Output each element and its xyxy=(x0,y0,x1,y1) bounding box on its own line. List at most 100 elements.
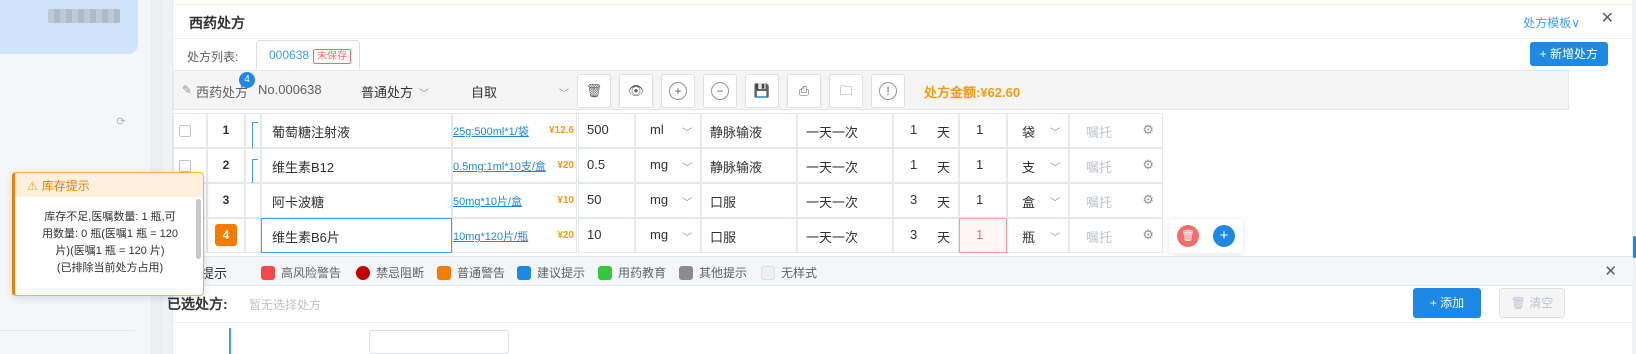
group-bracket-cell xyxy=(245,148,261,183)
qty-unit-select[interactable]: 袋 ﹀ xyxy=(1007,113,1069,148)
days-unit: 天 xyxy=(936,125,950,140)
delete-row-icon[interactable]: 🗑 xyxy=(1177,225,1199,247)
legend-item: 其他提示 xyxy=(679,264,747,281)
dose-unit-select[interactable]: mg ﹀ xyxy=(635,218,701,253)
close-icon[interactable]: ✕ xyxy=(1601,11,1614,27)
quantity-input[interactable]: 1 xyxy=(959,113,1007,148)
chevron-down-icon: ﹀ xyxy=(1050,233,1060,244)
dose-unit-select[interactable]: mg ﹀ xyxy=(635,148,701,183)
note-input[interactable]: 嘱托 ⚙ xyxy=(1069,218,1163,253)
note-input[interactable]: 嘱托 ⚙ xyxy=(1069,148,1163,183)
folder-button[interactable]: 🗀 xyxy=(829,74,863,108)
tooltip-line: (已排除当前处方占用) xyxy=(56,262,164,274)
days-input[interactable]: 3天 xyxy=(893,218,959,253)
drug-name-input[interactable]: 维生素B6片 xyxy=(261,218,452,253)
remove-row-button[interactable]: − xyxy=(703,74,737,108)
add-row-icon[interactable]: + xyxy=(1213,225,1235,247)
preview-button[interactable]: 👁 xyxy=(619,74,653,108)
drug-spec-cell: 50mg*10片/盒 ¥10 xyxy=(452,183,577,218)
filter-input[interactable] xyxy=(369,330,509,354)
row-checkbox[interactable] xyxy=(179,125,191,137)
row-index-cell: 4 xyxy=(207,218,245,253)
panel-title: 西药处方 xyxy=(189,15,245,31)
trash-icon: 🗑 xyxy=(1510,296,1530,310)
drug-name[interactable]: 葡萄糖注射液 xyxy=(261,113,452,148)
dose-unit-select[interactable]: ml ﹀ xyxy=(635,113,701,148)
drug-price: ¥20 xyxy=(557,160,574,171)
chevron-down-icon: ﹀ xyxy=(419,89,430,100)
gear-icon[interactable]: ⚙ xyxy=(1142,227,1154,243)
note-input[interactable]: 嘱托 ⚙ xyxy=(1069,113,1163,148)
save-button[interactable]: 💾 xyxy=(745,74,779,108)
frequency-select[interactable]: 一天一次 xyxy=(797,218,893,253)
legend-item: 禁忌阻断 xyxy=(356,264,424,281)
drug-spec-cell: 0.5mg:1ml*10支/盒 ¥20 xyxy=(452,148,577,183)
dose-input[interactable]: 500 xyxy=(578,113,635,148)
delete-button[interactable]: 🗑 xyxy=(577,74,611,108)
rx-toolbar: ✎ 西药处方 4 No.000638 普通处方 ﹀ 自取 ﹀ 🗑 👁 + − 💾 ⎙… xyxy=(173,70,1569,110)
route-select[interactable]: 口服 xyxy=(701,218,797,253)
frequency-select[interactable]: 一天一次 xyxy=(797,148,893,183)
note-placeholder: 嘱托 xyxy=(1086,230,1113,245)
note-input[interactable]: 嘱托 ⚙ xyxy=(1069,183,1163,218)
drug-spec-cell: 25g:500ml*1/袋 ¥12.6 xyxy=(452,113,577,148)
rx-tab[interactable]: 000638 未保存 xyxy=(256,40,360,70)
template-dropdown-link[interactable]: 处方模板∨ xyxy=(1523,14,1580,31)
quantity-input[interactable]: 1 xyxy=(959,183,1007,218)
gear-icon[interactable]: ⚙ xyxy=(1142,157,1154,173)
dose-input[interactable]: 10 xyxy=(578,218,635,253)
qty-unit-select[interactable]: 盒 ﹀ xyxy=(1007,183,1069,218)
note-placeholder: 嘱托 xyxy=(1086,160,1113,175)
quantity-input[interactable]: 1 xyxy=(959,148,1007,183)
days-input[interactable]: 1天 xyxy=(893,148,959,183)
refresh-icon[interactable]: ⟳ xyxy=(115,116,127,128)
qty-unit-select[interactable]: 支 ﹀ xyxy=(1007,148,1069,183)
frequency-select[interactable]: 一天一次 xyxy=(797,113,893,148)
pickup-select[interactable]: 自取 ﹀ xyxy=(471,82,569,101)
unsaved-badge: 未保存 xyxy=(313,49,352,64)
chevron-down-icon: ﹀ xyxy=(1050,163,1060,174)
group-bracket xyxy=(252,159,258,183)
legend-item: 普通警告 xyxy=(437,264,505,281)
qty-unit-value: 盒 xyxy=(1022,195,1036,210)
patient-card[interactable] xyxy=(0,0,138,54)
days-input[interactable]: 3天 xyxy=(893,183,959,218)
dose-unit-value: mg xyxy=(650,192,669,207)
clear-button[interactable]: 🗑 清空 xyxy=(1499,288,1565,318)
route-select[interactable]: 静脉输液 xyxy=(701,148,797,183)
group-bracket-cell xyxy=(245,218,261,253)
days-input[interactable]: 1天 xyxy=(893,113,959,148)
delete-icon: 🗑 xyxy=(585,83,603,98)
gear-icon[interactable]: ⚙ xyxy=(1142,192,1154,208)
rx-type-select[interactable]: 普通处方 ﹀ xyxy=(361,82,429,101)
days-unit: 天 xyxy=(936,195,950,210)
dose-input[interactable]: 50 xyxy=(578,183,635,218)
route-select[interactable]: 口服 xyxy=(701,183,797,218)
route-select[interactable]: 静脉输液 xyxy=(701,113,797,148)
dose-unit-select[interactable]: mg ﹀ xyxy=(635,183,701,218)
row-checkbox-cell[interactable] xyxy=(173,113,207,148)
row-checkbox[interactable] xyxy=(179,160,191,172)
add-row-button[interactable]: + xyxy=(661,74,695,108)
divider xyxy=(173,38,1632,39)
drug-row: 3 阿卡波糖 50mg*10片/盒 ¥10 50 mg ﹀ 口服 一天一次 3天 1… xyxy=(173,183,1163,218)
qty-unit-select[interactable]: 瓶 ﹀ xyxy=(1007,218,1069,253)
tooltip-scrollbar[interactable] xyxy=(196,199,201,259)
drug-name[interactable]: 维生素B12 xyxy=(261,148,452,183)
new-rx-button[interactable]: + 新增处方 xyxy=(1529,42,1608,66)
add-button[interactable]: + 添加 xyxy=(1413,288,1481,318)
save-icon: 💾 xyxy=(753,83,771,98)
close-icon[interactable]: ✕ xyxy=(1604,262,1617,280)
rx-list-label: 处方列表: xyxy=(187,50,239,64)
gear-icon[interactable]: ⚙ xyxy=(1142,122,1154,138)
qty-unit-value: 支 xyxy=(1022,160,1036,175)
print-button[interactable]: ⎙ xyxy=(787,74,821,108)
dose-input[interactable]: 0.5 xyxy=(578,148,635,183)
drug-name[interactable]: 阿卡波糖 xyxy=(261,183,452,218)
tooltip-line: 库存不足,医嘱数量: 1 瓶,可 xyxy=(44,211,176,223)
qty-unit-value: 瓶 xyxy=(1022,230,1036,245)
frequency-select[interactable]: 一天一次 xyxy=(797,183,893,218)
info-button[interactable]: ! xyxy=(871,74,905,108)
group-bracket-cell xyxy=(245,113,261,148)
quantity-input-error[interactable]: 1 xyxy=(959,218,1007,253)
